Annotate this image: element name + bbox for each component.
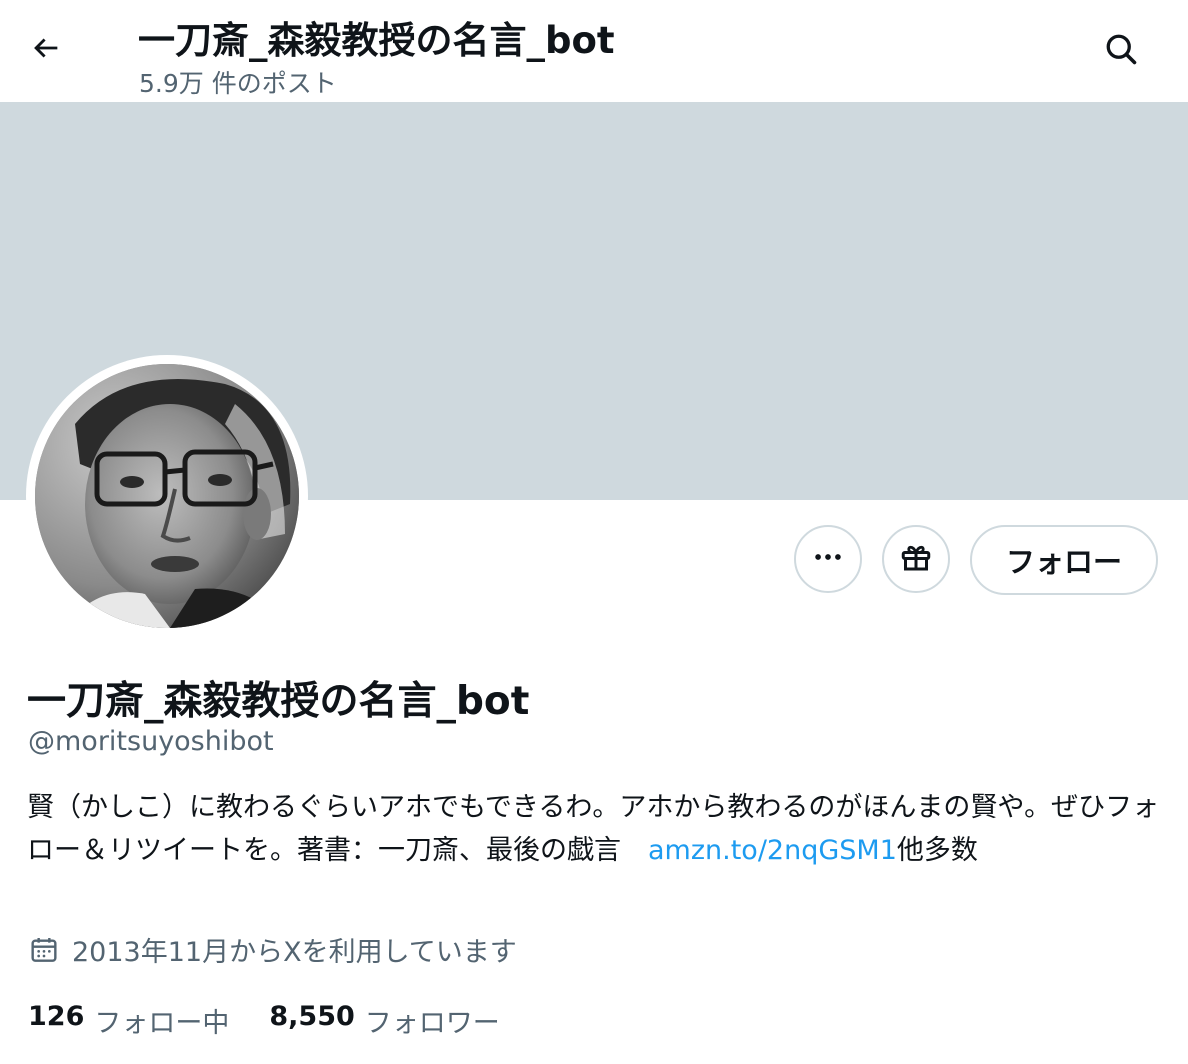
following-count: 126 (28, 1001, 85, 1032)
bio: 賢（かしこ）に教わるぐらいアホでもできるわ。アホから教わるのがほんまの賢や。ぜひ… (27, 786, 1163, 872)
bio-suffix: 他多数 (896, 835, 978, 866)
bio-link[interactable]: amzn.to/2nqGSM1 (648, 835, 897, 866)
calendar-icon (28, 934, 60, 966)
post-count: 5.9万 件のポスト (139, 69, 337, 98)
following-link[interactable]: 126 フォロー中 (28, 1001, 229, 1040)
handle: @moritsuyoshibot (28, 726, 274, 757)
gift-button[interactable] (882, 525, 950, 593)
follow-button[interactable]: フォロー (970, 525, 1158, 595)
more-button[interactable] (794, 525, 862, 593)
followers-count: 8,550 (269, 1001, 355, 1032)
header-title: 一刀斎_森毅教授の名言_bot (138, 19, 615, 62)
following-label: フォロー中 (94, 1008, 230, 1039)
join-date-text: 2013年11月からXを利用しています (72, 937, 517, 968)
search-button[interactable] (1096, 26, 1146, 76)
gift-icon (898, 539, 934, 579)
join-date: 2013年11月からXを利用しています (28, 930, 517, 969)
followers-label: フォロワー (364, 1008, 500, 1039)
top-bar: 一刀斎_森毅教授の名言_bot 5.9万 件のポスト (0, 0, 1188, 102)
follow-stats: 126 フォロー中 8,550 フォロワー (28, 1001, 500, 1040)
arrow-left-icon (29, 31, 63, 69)
back-button[interactable] (22, 26, 70, 74)
followers-link[interactable]: 8,550 フォロワー (269, 1001, 499, 1040)
bio-text: 賢（かしこ）に教わるぐらいアホでもできるわ。アホから教わるのがほんまの賢や。ぜひ… (27, 792, 1160, 866)
avatar[interactable] (35, 364, 299, 628)
more-horizontal-icon (811, 540, 845, 578)
display-name: 一刀斎_森毅教授の名言_bot (27, 679, 530, 724)
search-icon (1103, 31, 1139, 71)
